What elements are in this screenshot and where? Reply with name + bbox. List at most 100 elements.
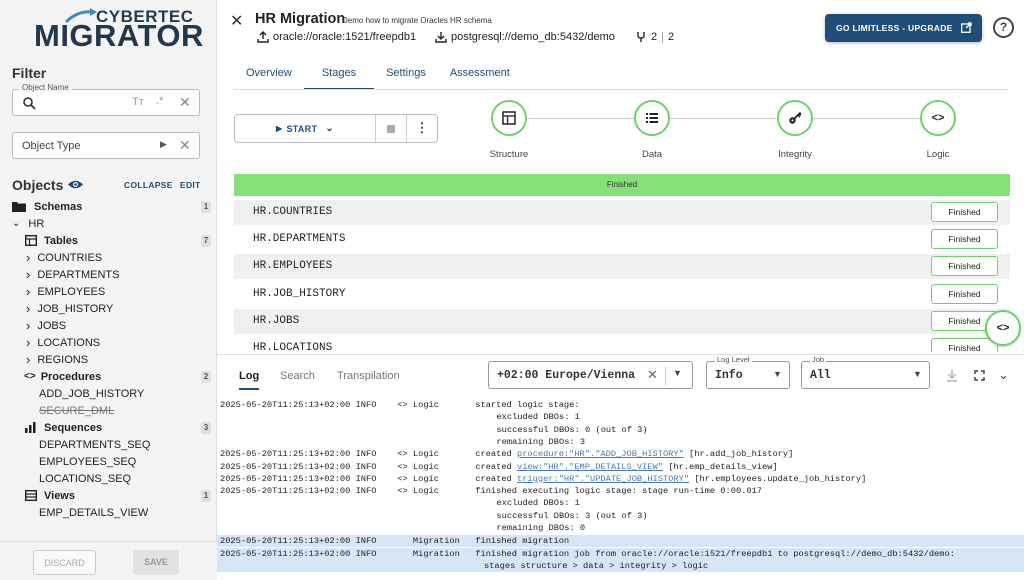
- tree-tables[interactable]: Tables 7: [25, 232, 217, 249]
- collapse-panel-icon[interactable]: ⌄: [998, 367, 1009, 383]
- stop-button[interactable]: [376, 115, 406, 142]
- log-timestamp: 2025-05-20T11:25:13+02:00: [220, 473, 351, 484]
- start-button[interactable]: ▶ START ⌄: [235, 115, 375, 142]
- clear-icon[interactable]: ✕: [179, 94, 191, 111]
- code-icon: <>: [24, 371, 36, 382]
- stage-label-data: Data: [641, 149, 663, 160]
- status-badge[interactable]: Finished: [931, 256, 998, 277]
- log-object-link[interactable]: view:"HR"."EMP_DETAILS_VIEW": [517, 462, 663, 472]
- tree-item-table[interactable]: › LOCATIONS: [26, 334, 100, 351]
- tree-item-add-job-history[interactable]: ADD_JOB_HISTORY: [39, 385, 144, 402]
- collapse-link[interactable]: COLLAPSE: [124, 180, 173, 190]
- log-tail: [hr.emp_details_view]: [662, 461, 778, 472]
- tree-item-table[interactable]: › EMPLOYEES: [26, 283, 105, 300]
- search-icon: [23, 97, 36, 110]
- tree-item-table[interactable]: › REGIONS: [26, 351, 88, 368]
- tree-item-employees-seq[interactable]: EMPLOYEES_SEQ: [39, 453, 136, 470]
- log-source: <> Logic: [397, 486, 439, 497]
- fullscreen-icon[interactable]: [974, 370, 985, 381]
- object-row[interactable]: HR.JOB_HISTORY Finished: [234, 282, 1010, 307]
- tree-sequences[interactable]: Sequences 3: [25, 419, 217, 436]
- tree-schemas[interactable]: Schemas 1: [12, 198, 217, 215]
- stage-structure[interactable]: [491, 100, 527, 136]
- object-row[interactable]: HR.DEPARTMENTS Finished: [234, 227, 1010, 252]
- tree-hr[interactable]: ⌄ HR: [12, 215, 44, 232]
- log-line: 2025-05-20T11:25:13+02:00 INFO Migration…: [217, 535, 1024, 548]
- status-badge[interactable]: Finished: [931, 283, 998, 304]
- clear-type-icon[interactable]: ✕: [179, 137, 191, 154]
- edit-link[interactable]: EDIT: [180, 180, 201, 190]
- log-level-value: Info: [715, 369, 743, 382]
- tab-settings[interactable]: Settings: [374, 60, 438, 90]
- help-icon[interactable]: ?: [993, 17, 1014, 38]
- tree-views[interactable]: Views 1: [25, 487, 217, 504]
- stage-connector: [510, 118, 938, 119]
- object-row[interactable]: HR.COUNTRIES Finished: [234, 200, 1010, 225]
- tree-item-departments-seq[interactable]: DEPARTMENTS_SEQ: [39, 436, 150, 453]
- regex-icon[interactable]: .*: [156, 95, 163, 107]
- upgrade-button[interactable]: GO LIMITLESS - UPGRADE: [825, 14, 982, 42]
- log-object-link[interactable]: procedure:"HR"."ADD_JOB_HISTORY": [517, 449, 684, 459]
- log-tab-search[interactable]: Search: [280, 370, 315, 382]
- caret-right-icon[interactable]: ▶: [160, 139, 167, 150]
- status-badge[interactable]: Finished: [931, 338, 998, 352]
- view-icon: [25, 490, 37, 501]
- tab-assessment[interactable]: Assessment: [438, 60, 522, 90]
- tree-item-table[interactable]: › JOBS: [26, 317, 66, 334]
- object-row[interactable]: HR.LOCATIONS Finished: [234, 336, 1010, 352]
- match-case-icon[interactable]: Tт: [132, 96, 144, 108]
- logic-float-button[interactable]: <>: [985, 310, 1021, 346]
- table-label: REGIONS: [37, 353, 89, 366]
- stage-data[interactable]: [634, 100, 670, 136]
- stage-integrity[interactable]: [777, 100, 813, 136]
- object-type-select[interactable]: Object Type ▶ ✕: [12, 132, 200, 159]
- tree-item-table[interactable]: › COUNTRIES: [26, 249, 102, 266]
- log-object-link[interactable]: trigger:"HR"."UPDATE_JOB_HISTORY": [517, 474, 689, 484]
- clear-timezone-icon[interactable]: ✕: [647, 367, 658, 383]
- log-line: remaining DBOs: 3: [220, 436, 585, 448]
- tree-procedures[interactable]: <> Procedures 2: [24, 368, 217, 385]
- tree-item-locations-seq[interactable]: LOCATIONS_SEQ: [39, 470, 131, 487]
- more-vert-icon[interactable]: ⋮: [407, 120, 437, 138]
- tree-item-emp-details-view[interactable]: EMP_DETAILS_VIEW: [39, 504, 148, 521]
- tabs-divider: [234, 89, 1009, 90]
- sidebar: CYBERTEC MIGRATOR Filter Object Name Tт …: [0, 0, 217, 580]
- tab-overview[interactable]: Overview: [234, 60, 304, 90]
- tree-item-table[interactable]: › DEPARTMENTS: [26, 266, 119, 283]
- status-badge[interactable]: Finished: [931, 202, 998, 222]
- download-log-icon[interactable]: [946, 369, 958, 382]
- main-tabs: Overview Stages Settings Assessment: [234, 60, 522, 90]
- stage-logic[interactable]: <>: [920, 100, 956, 136]
- eye-icon[interactable]: [67, 179, 84, 190]
- timezone-select[interactable]: +02:00 Europe/Vienna ✕ ▼: [488, 361, 693, 389]
- upgrade-label: GO LIMITLESS - UPGRADE: [836, 23, 953, 33]
- close-icon[interactable]: ✕: [230, 11, 243, 31]
- object-name-field[interactable]: Object Name Tт .* ✕: [12, 83, 200, 116]
- log-message: successful DBOs: 0 (out of 3): [486, 424, 648, 435]
- log-timestamp: 2025-05-20T11:25:13+02:00: [220, 486, 351, 497]
- tree-item-table[interactable]: › JOB_HISTORY: [26, 300, 113, 317]
- schemas-label: Schemas: [34, 200, 83, 213]
- object-row[interactable]: HR.EMPLOYEES Finished: [234, 254, 1010, 280]
- job-select[interactable]: Job All ▼: [801, 355, 930, 389]
- save-button[interactable]: SAVE: [133, 550, 179, 575]
- object-name: HR.EMPLOYEES: [253, 260, 333, 273]
- tree-item-secure-dml[interactable]: SECURE_DML: [39, 402, 114, 419]
- log-tab-log[interactable]: Log: [239, 370, 260, 390]
- structure-icon: [502, 111, 516, 125]
- log-tab-transpilation[interactable]: Transpilation: [337, 370, 400, 382]
- tables-count: 7: [201, 234, 211, 247]
- chevron-right-icon: ›: [26, 267, 31, 282]
- log-source: Migration: [397, 536, 460, 547]
- log-level-select[interactable]: Log Level Info ▼: [706, 355, 790, 389]
- object-name: HR.COUNTRIES: [253, 206, 333, 218]
- status-badge[interactable]: Finished: [931, 229, 998, 250]
- log-message: excluded DBOs: 1: [486, 498, 580, 509]
- tab-stages[interactable]: Stages: [303, 60, 375, 90]
- discard-button[interactable]: DISCARD: [33, 550, 96, 575]
- object-row[interactable]: HR.JOBS Finished: [234, 308, 1010, 334]
- main-panel: ✕ HR Migration Demo how to migrate Oracl…: [217, 0, 1024, 580]
- views-count: 1: [201, 489, 211, 502]
- start-label: START: [286, 123, 318, 134]
- log-tail: [hr.employees.update_job_history]: [689, 473, 867, 484]
